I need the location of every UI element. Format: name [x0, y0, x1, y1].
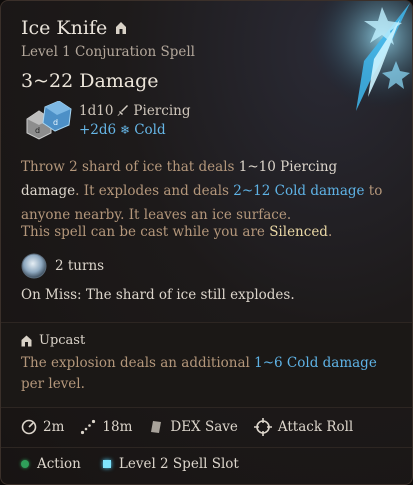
- ritual-house-icon: [116, 22, 127, 34]
- roll-type: Cold: [134, 122, 166, 138]
- spell-description: Throw 2 shard of ice that deals 1~10 Pie…: [21, 155, 396, 227]
- ice-knife-art: [292, 1, 412, 121]
- stat-attack-roll[interactable]: Attack Roll: [253, 418, 354, 436]
- action-dot-icon: [21, 460, 29, 468]
- spell-slot-icon: [102, 460, 111, 468]
- upcast-header: Upcast: [21, 333, 85, 348]
- save-icon: [151, 421, 162, 433]
- roll-piercing: 1d10 Piercing: [79, 103, 190, 119]
- cost-label: Action: [37, 456, 81, 472]
- cost-label: Level 2 Spell Slot: [118, 456, 239, 472]
- silenced-note: This spell can be cast while you are Sil…: [21, 224, 332, 240]
- range-icon: [81, 419, 96, 435]
- upcast-description: The explosion deals an additional 1~6 Co…: [21, 353, 391, 395]
- dice-icon: d d: [26, 101, 72, 140]
- on-miss-text: On Miss: The shard of ice still explodes…: [21, 287, 295, 303]
- snowflake-icon: ❄: [120, 123, 131, 137]
- ice-surface-icon[interactable]: [21, 253, 47, 279]
- desc-text: . It explodes and deals: [75, 183, 234, 199]
- silenced-text-end: .: [327, 224, 333, 240]
- roll-dice: 1d10: [79, 103, 114, 119]
- upcast-cold-damage-link[interactable]: 1~6 Cold damage: [254, 355, 377, 371]
- stat-label: 2m: [43, 419, 65, 435]
- stat-range[interactable]: 18m: [80, 419, 132, 435]
- upcast-title: Upcast: [39, 333, 86, 348]
- cost-spell-slot[interactable]: Level 2 Spell Slot: [102, 456, 239, 472]
- stat-label: Attack Roll: [277, 419, 354, 435]
- cold-damage-link[interactable]: 2~12 Cold damage: [233, 183, 364, 199]
- radius-icon: [21, 419, 37, 435]
- stat-save[interactable]: DEX Save: [148, 419, 238, 435]
- silenced-link[interactable]: Silenced: [269, 224, 328, 240]
- stat-label: DEX Save: [170, 419, 238, 435]
- roll-cold: +2d6 ❄ Cold: [79, 122, 166, 138]
- crosshair-icon: [253, 418, 272, 436]
- spell-name: Ice Knife: [21, 17, 108, 39]
- roll-dice: +2d6: [79, 122, 117, 138]
- svg-text:d: d: [53, 118, 58, 127]
- roll-type: Piercing: [133, 103, 191, 119]
- divider: [1, 447, 412, 448]
- duration-row: 2 turns: [21, 253, 104, 279]
- stat-label: 18m: [102, 419, 133, 435]
- upcast-text: The explosion deals an additional: [21, 355, 255, 371]
- spell-subtitle: Level 1 Conjuration Spell: [21, 44, 195, 60]
- upcast-text-end: per level.: [21, 376, 85, 392]
- spell-tooltip: Ice Knife Level 1 Conjuration Spell 3~22…: [0, 0, 413, 485]
- silenced-text: This spell can be cast while you are: [21, 224, 270, 240]
- duration-label: 2 turns: [55, 258, 105, 274]
- spell-stats: 2m 18m DEX Save Attack Roll: [21, 418, 369, 436]
- cost-action[interactable]: Action: [21, 456, 81, 472]
- desc-text: Throw 2 shard of ice that deals: [21, 159, 239, 175]
- stat-radius[interactable]: 2m: [21, 419, 64, 435]
- spell-costs: Action Level 2 Spell Slot: [21, 456, 261, 472]
- damage-summary: 3~22 Damage: [21, 70, 159, 92]
- upcast-icon: [21, 335, 32, 346]
- svg-text:d: d: [35, 126, 40, 135]
- dagger-icon: [117, 105, 129, 116]
